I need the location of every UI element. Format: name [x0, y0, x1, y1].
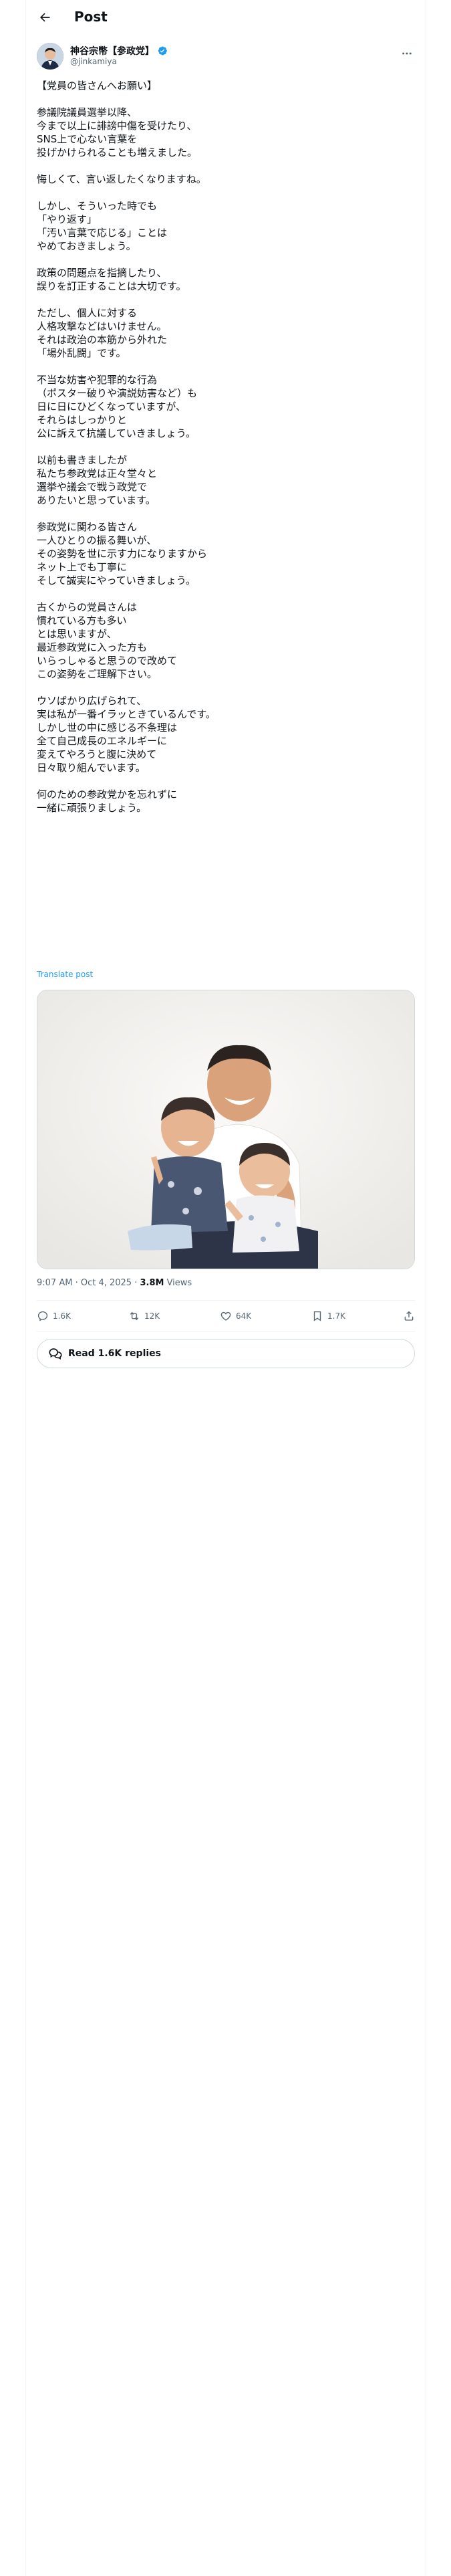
- author-name-line: 神谷宗幣【参政党】: [70, 44, 168, 58]
- verified-badge-icon: [158, 46, 167, 56]
- post-text-line: SNS上で心ない言葉を: [37, 133, 138, 145]
- post-text-line: 「汚い言葉で応じる」ことは: [37, 227, 168, 239]
- family-photo-image: [37, 990, 414, 1269]
- post-text-line: 公に訴えて抗議していきましょう。: [37, 427, 196, 439]
- post-text-line: ただし、個人に対する: [37, 307, 138, 319]
- read-replies-button[interactable]: Read 1.6K replies: [37, 1339, 415, 1368]
- repost-count: 12K: [144, 1311, 160, 1321]
- post-text-line: その姿勢を世に示す力になりますから: [37, 548, 208, 560]
- post-text-line: （ポスター破りや演説妨害など）も: [37, 387, 198, 399]
- post-text-line: 何のための参政党かを忘れずに: [37, 788, 178, 800]
- post-text-line: 実は私が一番イラッときているんです。: [37, 708, 216, 720]
- post-text-line: ありたいと思っています。: [37, 494, 156, 506]
- post-text: 【党員の皆さんへお願い】 参議院議員選挙以降、今まで以上に誹謗中傷を受けたり、 SN…: [37, 79, 415, 815]
- action-bar: 1.6K 12K 64K 1.7K: [37, 1306, 415, 1326]
- reply-count: 1.6K: [53, 1311, 71, 1321]
- translate-post-link[interactable]: Translate post: [37, 970, 93, 979]
- page-title: Post: [74, 9, 108, 25]
- post-text-line: 政策の問題点を指摘したり、: [37, 267, 167, 279]
- divider: [37, 1331, 415, 1332]
- bookmark-button[interactable]: 1.7K: [311, 1310, 378, 1322]
- heart-icon: [220, 1311, 231, 1321]
- reply-icon: [37, 1311, 48, 1321]
- post-text-line: 最近参政党に入った方も: [37, 641, 148, 653]
- post-text-line: 一緒に頑張りましょう。: [37, 802, 147, 814]
- avatar[interactable]: [37, 43, 63, 70]
- post-text-line: いらっしゃると思うので改めて: [37, 655, 178, 667]
- header: Post: [26, 0, 426, 35]
- views-label: Views: [164, 1278, 192, 1288]
- post-text-line: 【党員の皆さんへお願い】: [37, 80, 158, 92]
- author-row: 神谷宗幣【参政党】 @jinkamiya: [37, 41, 415, 71]
- post-text-line: 「場外乱闘」です。: [37, 347, 126, 359]
- chat-bubbles-icon: [49, 1348, 62, 1360]
- post-text-line: そして誠実にやっていきましょう。: [37, 574, 196, 586]
- post-text-line: 私たち参政党は正々堂々と: [37, 467, 158, 479]
- read-replies-label: Read 1.6K replies: [68, 1348, 161, 1359]
- post-text-line: 日に日にひどくなっていますが、: [37, 401, 186, 413]
- bookmark-count: 1.7K: [327, 1311, 345, 1321]
- post-text-line: 参政党に関わる皆さん: [37, 521, 138, 533]
- post-text-line: 全て自己成長のエネルギーに: [37, 735, 168, 747]
- repost-button[interactable]: 12K: [128, 1310, 195, 1322]
- bookmark-icon: [313, 1311, 321, 1321]
- post-text-line: 「やり返す」: [37, 213, 98, 225]
- post-timestamp[interactable]: 9:07 AM · Oct 4, 2025: [37, 1278, 132, 1288]
- post-text-line: それは政治の本筋から外れた: [37, 334, 168, 346]
- like-count: 64K: [236, 1311, 252, 1321]
- author-name[interactable]: 神谷宗幣【参政党】: [70, 44, 154, 58]
- post-text-line: 不当な妨害や犯罪的な行為: [37, 374, 158, 386]
- post-text-line: それらはしっかりと: [37, 414, 128, 426]
- like-button[interactable]: 64K: [220, 1310, 287, 1322]
- post-text-line: しかし世の中に感じる不条理は: [37, 722, 178, 734]
- post-text-line: とは思いますが、: [37, 628, 117, 640]
- post-text-line: ウソばかり広げられて、: [37, 695, 147, 707]
- post-text-line: 参議院議員選挙以降、: [37, 106, 138, 118]
- post-text-line: 変えてやろうと腹に決めて: [37, 748, 157, 760]
- post-text-line: 古くからの党員さんは: [37, 601, 138, 613]
- repost-icon: [130, 1311, 139, 1321]
- more-options-icon[interactable]: [399, 45, 415, 62]
- post-text-line: 今まで以上に誹謗中傷を受けたり、: [37, 120, 197, 132]
- back-arrow-icon[interactable]: [37, 9, 53, 25]
- post-text-line: 慣れている方も多い: [37, 615, 127, 627]
- post-text-line: 選挙や議会で戦う政党で: [37, 481, 148, 493]
- reply-button[interactable]: 1.6K: [37, 1310, 104, 1322]
- left-column-border: [25, 0, 26, 2576]
- post-text-line: 以前も書きましたが: [37, 454, 128, 466]
- share-button[interactable]: [403, 1310, 415, 1322]
- post-text-line: この姿勢をご理解下さい。: [37, 668, 158, 680]
- meta-separator: ·: [132, 1278, 140, 1288]
- views-count: 3.8M: [140, 1278, 164, 1288]
- post-text-line: ネット上でも丁寧に: [37, 561, 128, 573]
- post-text-line: しかし、そういった時でも: [37, 200, 158, 212]
- divider: [37, 1300, 415, 1301]
- post-text-line: やめておきましょう。: [37, 240, 136, 252]
- post-text-line: 一人ひとりの振る舞いが、: [37, 534, 157, 546]
- post-text-line: 人格攻撃などはいけません。: [37, 320, 167, 332]
- share-icon: [404, 1311, 414, 1321]
- post-meta: 9:07 AM · Oct 4, 2025 · 3.8M Views: [37, 1278, 192, 1288]
- post-text-line: 日々取り組んでいます。: [37, 762, 146, 774]
- post-text-line: 悔しくて、言い返したくなりますね。: [37, 173, 206, 185]
- post-text-line: 投げかけられることも増えました。: [37, 146, 198, 158]
- post-text-line: 誤りを訂正することは大切です。: [37, 280, 186, 292]
- post-photo[interactable]: [37, 990, 415, 1269]
- author-handle[interactable]: @jinkamiya: [70, 57, 117, 66]
